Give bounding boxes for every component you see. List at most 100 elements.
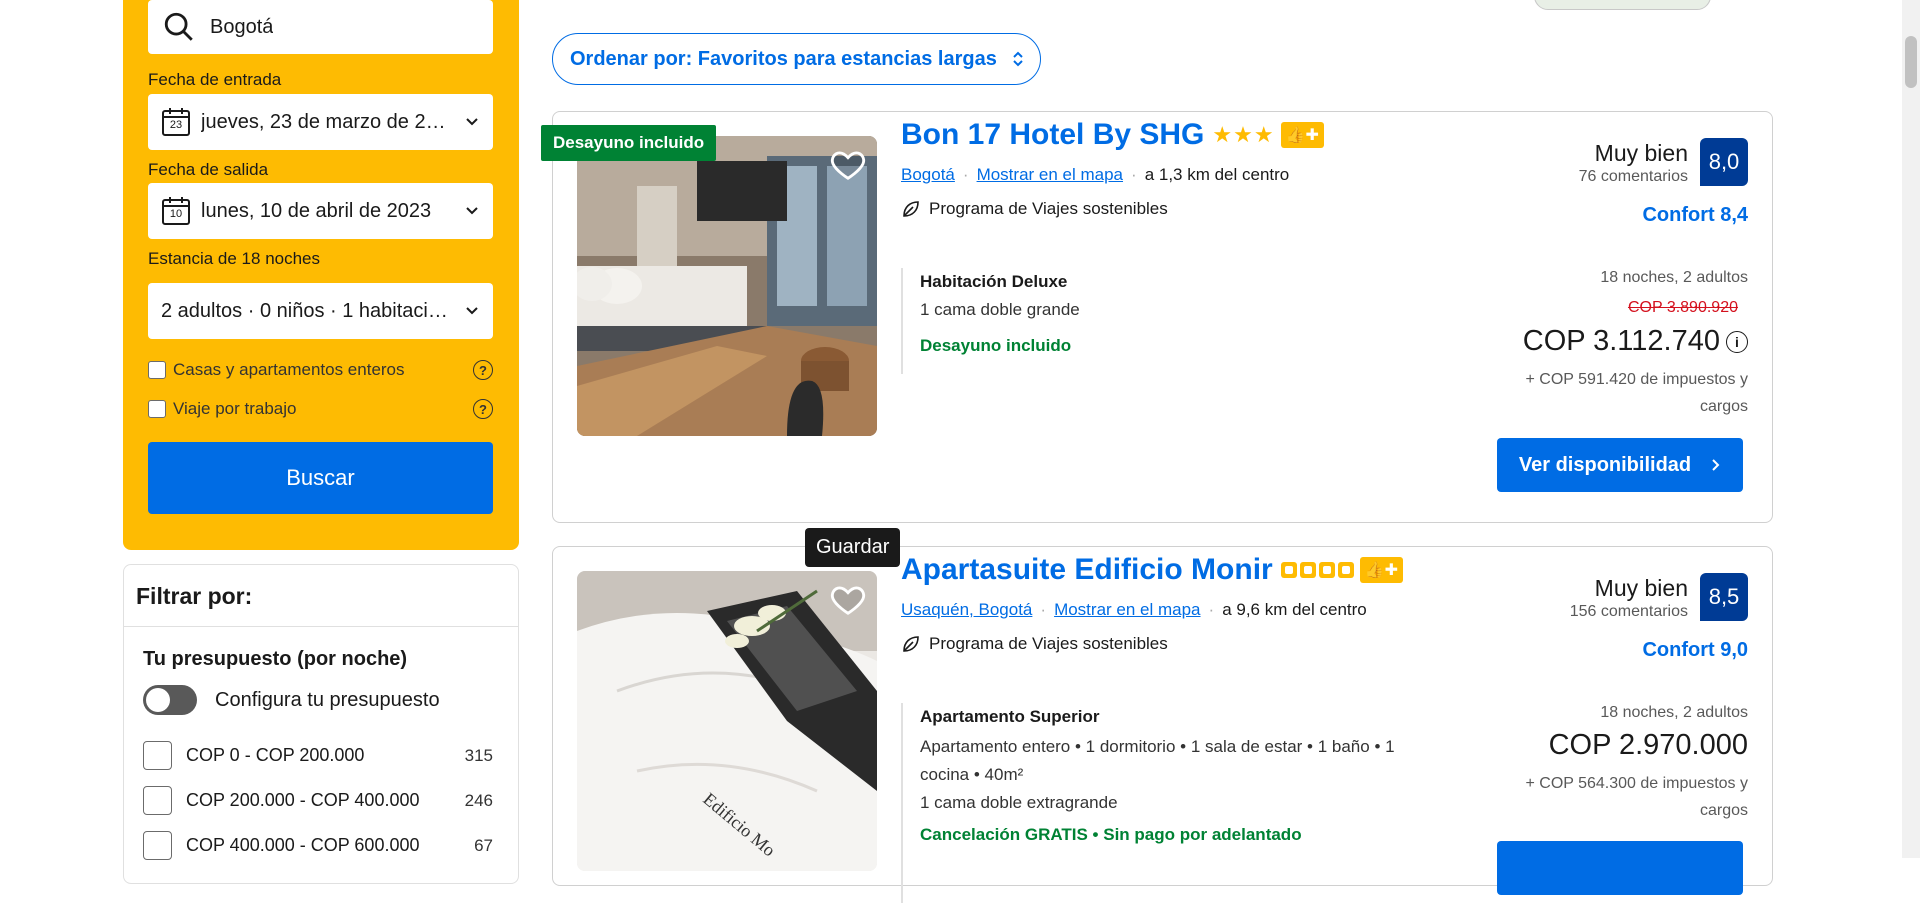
location-link[interactable]: Usaquén, Bogotá [901, 600, 1032, 620]
separator-dot: · [1131, 165, 1137, 184]
stay-summary: 18 noches, 2 adultos [1600, 269, 1748, 286]
work-trip-label: Viaje por trabajo [173, 399, 297, 418]
scrollbar[interactable] [1902, 0, 1920, 858]
price-row: COP 3.112.740 i [1523, 325, 1748, 358]
original-price: COP 3.890.920 [1627, 299, 1738, 316]
homes-option[interactable]: Casas y apartamentos enteros ? [148, 360, 493, 380]
work-trip-option[interactable]: Viaje por trabajo ? [148, 399, 493, 419]
breakfast-included: Desayuno incluido [920, 336, 1072, 355]
search-button[interactable]: Buscar [148, 442, 493, 514]
help-icon[interactable]: ? [473, 360, 493, 380]
sort-arrows-icon [1013, 51, 1023, 67]
room-info: Habitación Deluxe 1 cama doble grande De… [901, 268, 1080, 374]
price-range-count: 315 [464, 745, 493, 765]
price-range-label: COP 200.000 - COP 400.000 [186, 790, 420, 810]
heart-icon[interactable] [829, 580, 867, 618]
checkout-value: lunes, 10 de abril de 2023 [201, 199, 432, 222]
property-card: Desayuno incluido Bon 17 Hotel By SHG ★ ★… [541, 111, 1773, 523]
review-score[interactable]: 8,5 [1700, 573, 1748, 621]
info-icon[interactable]: i [1726, 330, 1748, 353]
price-range-checkbox[interactable] [143, 741, 172, 770]
sort-button[interactable]: Ordenar por: Favoritos para estancias la… [552, 33, 1041, 85]
room-name: Habitación Deluxe [920, 272, 1068, 291]
comfort-score: Confort 8,4 [1642, 204, 1748, 226]
help-icon[interactable]: ? [473, 399, 493, 419]
scrollbar-thumb[interactable] [1905, 36, 1917, 88]
review-score[interactable]: 8,0 [1700, 138, 1748, 186]
save-tooltip: Guardar [805, 528, 901, 567]
location-row: Bogotá · Mostrar en el mapa · a 1,3 km d… [901, 165, 1289, 185]
current-price: COP 3.112.740 [1522, 325, 1720, 357]
heart-icon[interactable] [829, 145, 867, 183]
map-preview[interactable] [1534, 0, 1711, 10]
location-link[interactable]: Bogotá [901, 165, 955, 185]
work-trip-checkbox[interactable] [148, 400, 166, 418]
distance-text: a 1,3 km del centro [1144, 165, 1290, 184]
separator-dot: · [962, 165, 969, 184]
show-on-map-link[interactable]: Mostrar en el mapa [1054, 600, 1200, 620]
review-word: Muy bien [1594, 140, 1688, 166]
search-icon [164, 12, 193, 41]
calendar-icon: 23 [161, 107, 191, 137]
price-row: COP 2.970.000 [1549, 729, 1748, 762]
calendar-icon: 10 [161, 196, 191, 226]
calendar-day: 10 [169, 208, 183, 220]
price-range-count: 246 [464, 790, 493, 810]
square-rating-icon [1280, 562, 1297, 578]
hotel-name-link[interactable]: Apartasuite Edificio Monir [901, 553, 1273, 587]
star-icon: ★ [1253, 122, 1274, 147]
checkout-label: Fecha de salida [148, 160, 269, 179]
current-price: COP 2.970.000 [1548, 729, 1748, 761]
chevron-right-icon [1712, 459, 1720, 471]
taxes-text: + COP 591.420 de impuestos y cargos [1525, 371, 1748, 415]
preferred-partner-icon: 👍✚ [1280, 122, 1324, 148]
divider [124, 626, 518, 627]
see-availability-button[interactable] [1497, 841, 1743, 895]
review-word: Muy bien [1594, 575, 1688, 601]
sustainable-badge: Programa de Viajes sostenibles [901, 199, 1168, 219]
budget-toggle[interactable] [143, 685, 197, 715]
price-range-option[interactable]: COP 0 - COP 200.000 315 [143, 741, 493, 770]
checkout-field[interactable]: 10 lunes, 10 de abril de 2023 [148, 183, 493, 239]
review-count: 76 comentarios [1578, 168, 1688, 185]
leaf-icon [903, 201, 919, 217]
guests-field[interactable]: 2 adultos · 0 niños · 1 habitación [148, 283, 493, 339]
review-count: 156 comentarios [1569, 603, 1688, 620]
chevron-down-icon [466, 207, 478, 215]
destination-value: Bogotá [210, 15, 274, 38]
budget-title: Tu presupuesto (por noche) [143, 648, 408, 670]
calendar-day: 23 [169, 119, 183, 131]
price-range-label: COP 400.000 - COP 600.000 [186, 835, 420, 855]
filters-title: Filtrar por: [136, 583, 253, 609]
destination-input[interactable]: Bogotá [148, 0, 493, 54]
search-panel: Bogotá Fecha de entrada 23 jueves, 23 de… [123, 0, 519, 550]
hotel-name-row: Apartasuite Edificio Monir 👍✚ [901, 553, 1404, 587]
room-bed: 1 cama doble extragrande [920, 793, 1118, 812]
price-range-option[interactable]: COP 400.000 - COP 600.000 67 [143, 831, 493, 860]
star-icon: ★ [1212, 122, 1233, 147]
comfort-score: Confort 9,0 [1642, 639, 1748, 661]
rating-squares [1280, 562, 1357, 578]
property-card: Edificio Mo Apartasuite Edificio Monir 👍… [552, 546, 1773, 903]
sort-label: Ordenar por: Favoritos para estancias la… [570, 47, 997, 70]
checkin-field[interactable]: 23 jueves, 23 de marzo de 2023 [148, 94, 493, 150]
taxes-text: + COP 564.300 de impuestos y cargos [1525, 775, 1748, 819]
price-range-option[interactable]: COP 200.000 - COP 400.000 246 [143, 786, 493, 815]
star-icon: ★ [1233, 122, 1253, 147]
leaf-icon [903, 636, 919, 652]
room-name: Apartamento Superior [920, 707, 1100, 726]
hotel-name-link[interactable]: Bon 17 Hotel By SHG [901, 118, 1204, 152]
show-on-map-link[interactable]: Mostrar en el mapa [977, 165, 1123, 185]
rating-stars: ★ ★ ★ [1212, 122, 1274, 148]
square-rating-icon [1299, 562, 1316, 578]
price-range-checkbox[interactable] [143, 831, 172, 860]
checkin-value: jueves, 23 de marzo de 2023 [201, 110, 449, 133]
stay-length-label: Estancia de 18 noches [148, 249, 321, 268]
hotel-name-row: Bon 17 Hotel By SHG ★ ★ ★ 👍✚ [901, 118, 1324, 152]
see-availability-label: Ver disponibilidad [1518, 453, 1692, 476]
chevron-down-icon [466, 118, 478, 126]
homes-checkbox[interactable] [148, 361, 166, 379]
see-availability-button[interactable]: Ver disponibilidad [1497, 438, 1743, 492]
price-range-checkbox[interactable] [143, 786, 172, 815]
guests-value: 2 adultos · 0 niños · 1 habitación [161, 299, 449, 322]
